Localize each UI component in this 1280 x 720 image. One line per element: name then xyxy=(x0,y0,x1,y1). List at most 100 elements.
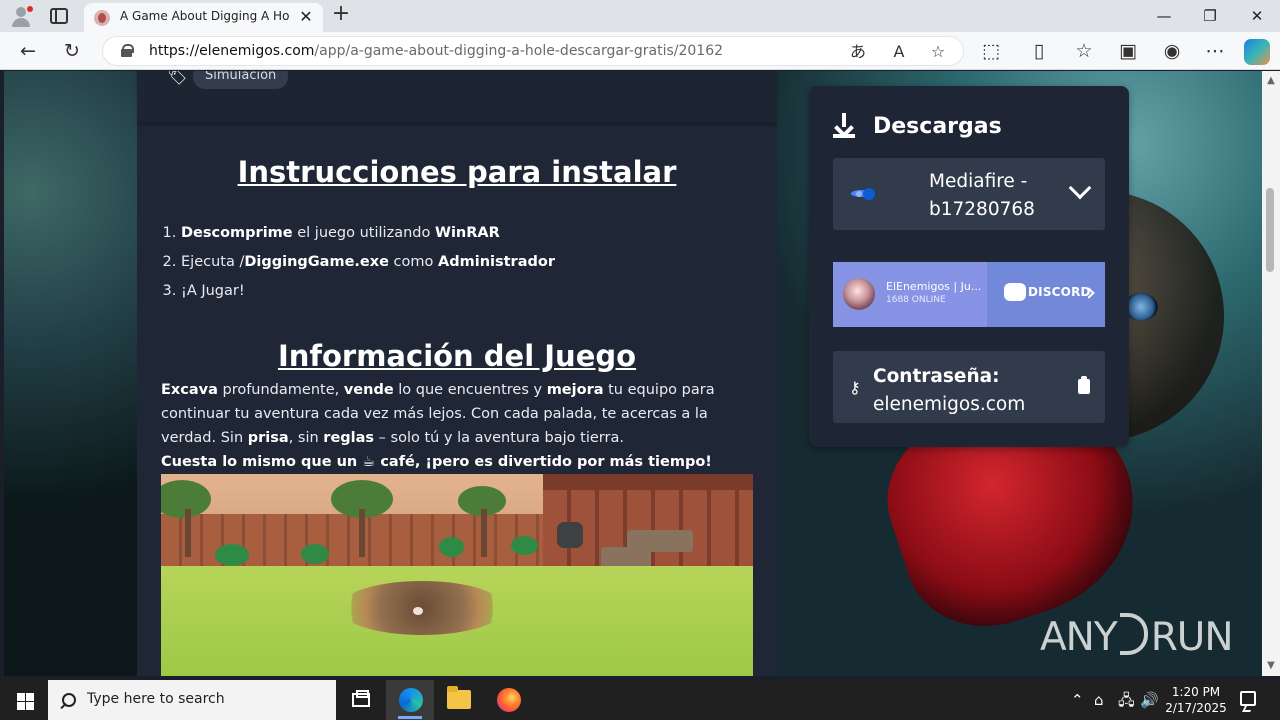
address-bar[interactable]: https://elenemigos.com/app/a-game-about-… xyxy=(102,36,964,66)
tab-actions-icon[interactable] xyxy=(50,8,68,24)
clock-date: 2/17/2025 xyxy=(1165,701,1227,715)
discord-icon xyxy=(1004,283,1026,301)
extensions-icon[interactable]: ⬚ xyxy=(978,38,1004,64)
password-label: Contraseña: xyxy=(873,366,1000,387)
minimize-button[interactable]: — xyxy=(1144,4,1184,28)
show-hidden-icons[interactable]: ⌃ xyxy=(1071,690,1084,710)
watermark-left: ANY xyxy=(1040,615,1118,660)
scrollbar-thumb[interactable] xyxy=(1266,188,1274,272)
mediafire-download-select[interactable]: Mediafire - b17280768 xyxy=(833,158,1105,230)
translate-icon[interactable]: あ xyxy=(847,41,869,63)
tab-title: A Game About Digging A Hole | I xyxy=(120,9,290,23)
screenshot-dig-hole xyxy=(339,581,505,635)
discord-online-count: 1688 ONLINE xyxy=(886,295,946,305)
back-button[interactable]: ← xyxy=(15,38,41,64)
install-instructions-list: Descomprime el juego utilizando WinRAR E… xyxy=(181,219,555,306)
instruction-emphasis: Administrador xyxy=(438,254,555,270)
profile-icon[interactable] xyxy=(8,4,34,28)
password-value: elenemigos.com xyxy=(873,394,1026,415)
browser-toolbar: ← ↻ https://elenemigos.com/app/a-game-ab… xyxy=(0,32,1280,70)
close-window-button[interactable]: ✕ xyxy=(1237,4,1277,28)
download-icon-base xyxy=(833,134,855,138)
file-explorer-button[interactable] xyxy=(434,680,482,720)
restore-button[interactable]: ❐ xyxy=(1190,4,1230,28)
simulation-tag[interactable]: Simulación xyxy=(193,71,289,89)
main-content: 🏷 Simulación Instrucciones para instalar… xyxy=(137,71,777,676)
screenshot-bush xyxy=(301,544,329,564)
reload-button[interactable]: ↻ xyxy=(59,38,85,64)
clock-time: 1:20 PM xyxy=(1171,685,1221,699)
split-screen-icon[interactable]: ▯ xyxy=(1026,38,1052,64)
scroll-down-icon[interactable]: ▼ xyxy=(1266,661,1276,671)
page-scrollbar[interactable]: ▲ ▼ xyxy=(1262,71,1280,676)
instruction-text: el juego utilizando xyxy=(292,225,435,241)
site-favicon xyxy=(94,10,110,26)
instruction-text: ¡A Jugar! xyxy=(181,283,245,299)
windows-logo-tile xyxy=(17,702,25,710)
install-instructions-title: Instrucciones para instalar xyxy=(237,155,677,189)
browser-tab-strip: A Game About Digging A Hole | I ✕ + — ❐ … xyxy=(0,0,1280,32)
screenshot-bush xyxy=(215,544,249,566)
notification-center-icon[interactable] xyxy=(1240,691,1256,706)
description-emphasis: Excava xyxy=(161,382,218,398)
more-icon[interactable]: ⋯ xyxy=(1202,38,1228,64)
mediafire-icon xyxy=(851,183,875,203)
key-icon: ⚷ xyxy=(849,378,861,397)
instruction-step: ¡A Jugar! xyxy=(181,277,555,306)
screenshot-couch xyxy=(601,547,651,567)
collections-icon[interactable]: ▣ xyxy=(1115,38,1141,64)
downloads-panel: Descargas Mediafire - b17280768 ElEnemig… xyxy=(809,86,1129,447)
lock-icon[interactable] xyxy=(121,44,134,57)
favorite-star-icon[interactable]: ☆ xyxy=(927,41,949,63)
screenshot-bush xyxy=(511,536,538,555)
windows-logo-tile xyxy=(17,693,25,701)
system-clock[interactable]: 1:20 PM 2/17/2025 xyxy=(1160,684,1232,716)
instruction-step: Ejecuta /DiggingGame.exe como Administra… xyxy=(181,248,555,277)
close-tab-button[interactable]: ✕ xyxy=(296,7,316,27)
task-view-button[interactable] xyxy=(336,680,384,720)
discord-widget[interactable]: ElEnemigos | Ju... 1688 ONLINE DISCORD xyxy=(833,262,1105,327)
description-emphasis: reglas xyxy=(323,430,375,446)
discord-brand: DISCORD xyxy=(1028,285,1091,299)
instruction-emphasis: DiggingGame.exe xyxy=(244,254,389,270)
instruction-emphasis: Descomprime xyxy=(181,225,293,241)
device-icon[interactable]: ⌂ xyxy=(1094,690,1104,710)
favorites-icon[interactable]: ☆ xyxy=(1071,38,1097,64)
active-tab[interactable]: A Game About Digging A Hole | I ✕ xyxy=(84,3,323,32)
edge-taskbar-button[interactable] xyxy=(386,680,434,720)
description-text: , sin xyxy=(288,430,324,446)
instruction-emphasis: WinRAR xyxy=(434,225,500,241)
game-info-title: Información del Juego xyxy=(277,339,637,373)
discord-server-name: ElEnemigos | Ju... xyxy=(886,280,982,293)
windows-logo-tile xyxy=(26,693,34,701)
chevron-down-icon[interactable] xyxy=(1068,176,1092,200)
character-eye-artwork xyxy=(1124,293,1158,321)
new-tab-button[interactable]: + xyxy=(330,3,352,26)
description-emphasis: prisa xyxy=(247,430,289,446)
read-aloud-icon[interactable]: A xyxy=(888,41,910,63)
instruction-text: como xyxy=(388,254,439,270)
copilot-icon[interactable] xyxy=(1244,39,1270,65)
instruction-step: Descomprime el juego utilizando WinRAR xyxy=(181,219,555,248)
windows-taskbar: Type here to search ⌃ ⌂ 🖧 🔊 1:20 PM 2/17/… xyxy=(0,680,1280,720)
performance-icon[interactable]: ◉ xyxy=(1159,38,1185,64)
watermark-play-mark xyxy=(1119,613,1148,655)
downloads-title: Descargas xyxy=(873,114,1002,139)
url-text[interactable]: https://elenemigos.com/app/a-game-about-… xyxy=(149,43,723,59)
tag-section: 🏷 Simulación xyxy=(137,71,777,123)
network-icon[interactable]: 🖧 xyxy=(1118,690,1135,710)
password-box: ⚷ Contraseña: elenemigos.com xyxy=(833,351,1105,423)
description-text: profundamente, xyxy=(217,382,344,398)
windows-start-button[interactable] xyxy=(0,680,48,720)
description-text: – solo tú y la aventura bajo tierra. xyxy=(374,430,624,446)
firefox-icon xyxy=(497,688,521,712)
firefox-taskbar-button[interactable] xyxy=(484,680,532,720)
taskbar-search-box[interactable]: Type here to search xyxy=(48,680,336,720)
scroll-up-icon[interactable]: ▲ xyxy=(1266,76,1276,86)
copy-clipboard-icon[interactable] xyxy=(1078,376,1090,394)
anyrun-watermark: ANY RUN xyxy=(1040,608,1234,660)
discord-server-avatar xyxy=(843,278,875,310)
volume-icon[interactable]: 🔊 xyxy=(1140,690,1159,710)
screenshot-grill xyxy=(557,522,583,548)
description-emphasis: mejora xyxy=(546,382,604,398)
